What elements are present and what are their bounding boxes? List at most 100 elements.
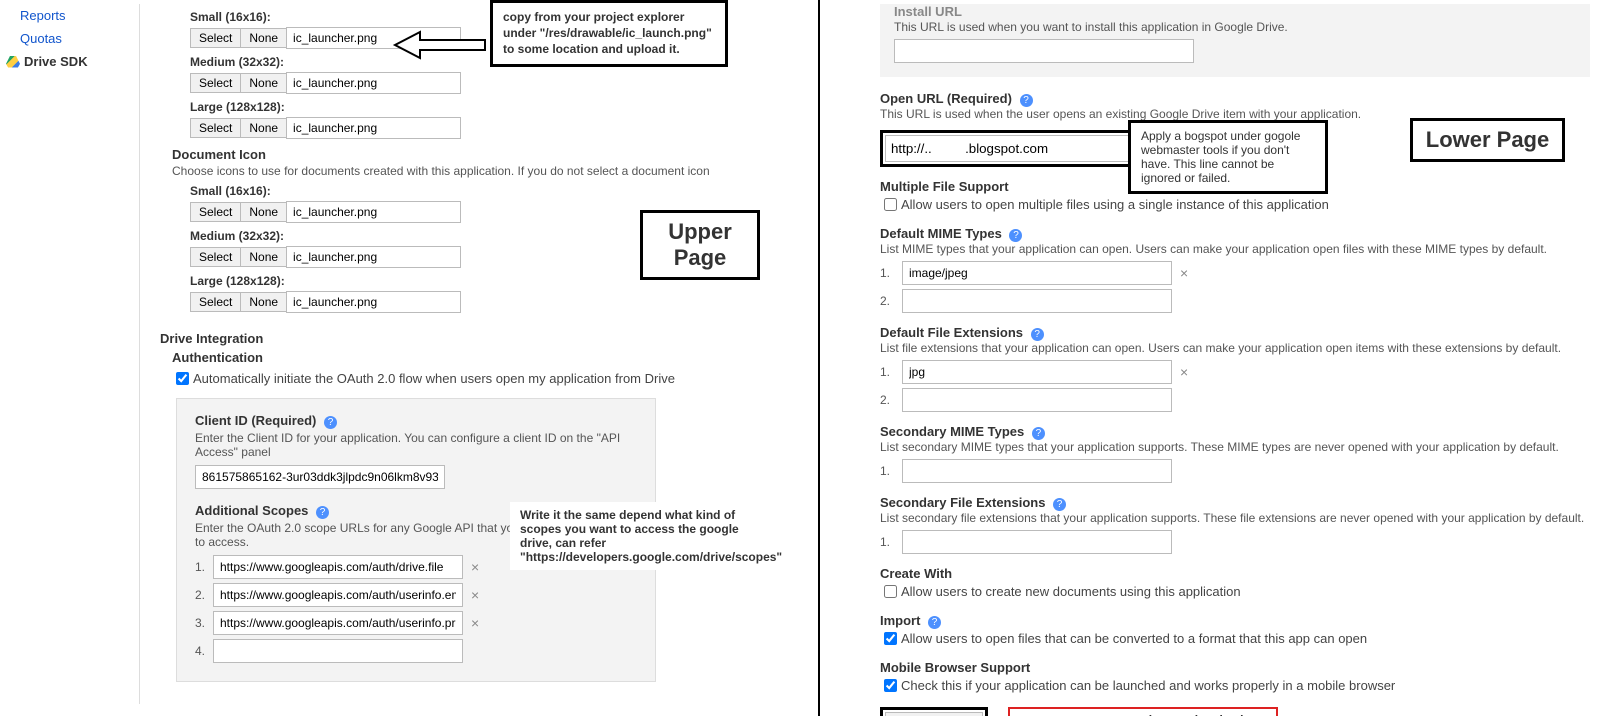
scope-row: 3. × <box>195 611 637 635</box>
annotation-bogspot: Apply a bogspot under gogole webmaster t… <box>1128 120 1328 194</box>
none-button[interactable]: None <box>241 73 287 93</box>
sext-head: Secondary File Extensions <box>880 495 1045 510</box>
remove-icon[interactable]: × <box>471 559 479 575</box>
create-checkbox[interactable] <box>884 585 897 598</box>
select-button[interactable]: Select <box>190 118 241 138</box>
none-button[interactable]: None <box>241 292 287 312</box>
smime-desc: List secondary MIME types that your appl… <box>880 440 1590 454</box>
help-icon[interactable]: ? <box>1009 229 1022 242</box>
scopes-label: Additional Scopes <box>195 503 308 518</box>
client-id-input[interactable] <box>195 465 445 489</box>
sidebar-item-drive-sdk[interactable]: Drive SDK <box>0 50 139 73</box>
save-highlight: Save changes <box>880 707 988 716</box>
document-icon-desc: Choose icons to use for documents create… <box>172 164 808 178</box>
list-number: 1. <box>880 535 902 549</box>
mime-desc: List MIME types that your application ca… <box>880 242 1590 256</box>
smime-input-1[interactable] <box>902 459 1172 483</box>
none-button[interactable]: None <box>241 247 287 267</box>
list-number: 2. <box>880 393 902 407</box>
sidebar-item-label: Drive SDK <box>24 54 88 69</box>
mime-input-2[interactable] <box>902 289 1172 313</box>
scope-input-3[interactable] <box>213 611 463 635</box>
list-number: 1. <box>880 464 902 478</box>
oauth-auto-checkbox[interactable] <box>176 372 189 385</box>
help-icon[interactable]: ? <box>1020 94 1033 107</box>
import-label: Allow users to open files that can be co… <box>901 631 1367 646</box>
open-url-input[interactable] <box>885 135 1135 162</box>
ext-input-2[interactable] <box>902 388 1172 412</box>
multifile-checkbox[interactable] <box>884 198 897 211</box>
medium-icon-row: Select None <box>190 72 808 94</box>
import-checkbox[interactable] <box>884 632 897 645</box>
create-label: Allow users to create new documents usin… <box>901 584 1241 599</box>
install-url-input[interactable] <box>894 39 1194 63</box>
arrow-icon <box>390 30 490 60</box>
list-number: 2. <box>880 294 902 308</box>
annotation-save: press to save your settings and go back … <box>1008 707 1278 716</box>
select-button[interactable]: Select <box>190 28 241 48</box>
create-head: Create With <box>880 566 1590 581</box>
ext-desc: List file extensions that your applicati… <box>880 341 1590 355</box>
install-url-panel: Install URL This URL is used when you wa… <box>880 4 1590 77</box>
sidebar-item-quotas[interactable]: Quotas <box>0 27 139 50</box>
medium-icon-field[interactable] <box>286 72 461 94</box>
doc-large-field[interactable] <box>286 291 461 313</box>
scope-number: 4. <box>195 644 213 658</box>
large-label: Large (128x128): <box>190 100 804 114</box>
client-id-label: Client ID (Required) <box>195 413 316 428</box>
help-icon[interactable]: ? <box>324 416 337 429</box>
mime-head: Default MIME Types <box>880 226 1002 241</box>
help-icon[interactable]: ? <box>1032 427 1045 440</box>
mobile-label: Check this if your application can be la… <box>901 678 1395 693</box>
mime-input-1[interactable] <box>902 261 1172 285</box>
multifile-label: Allow users to open multiple files using… <box>901 197 1329 212</box>
doc-medium-field[interactable] <box>286 246 461 268</box>
sext-desc: List secondary file extensions that your… <box>880 511 1590 525</box>
oauth-auto-label: Automatically initiate the OAuth 2.0 flo… <box>193 371 675 386</box>
help-icon[interactable]: ? <box>1031 328 1044 341</box>
none-button[interactable]: None <box>241 202 287 222</box>
scope-number: 1. <box>195 560 213 574</box>
doc-small-field[interactable] <box>286 201 461 223</box>
mobile-checkbox[interactable] <box>884 679 897 692</box>
sext-input-1[interactable] <box>902 530 1172 554</box>
large-icon-field[interactable] <box>286 117 461 139</box>
import-head: Import <box>880 613 920 628</box>
drive-integration-head: Drive Integration <box>160 331 808 346</box>
doc-small-label: Small (16x16): <box>190 184 804 198</box>
select-button[interactable]: Select <box>190 292 241 312</box>
scope-number: 2. <box>195 588 213 602</box>
help-icon[interactable]: ? <box>316 506 329 519</box>
annotation-upper-page: Upper Page <box>640 210 760 280</box>
none-button[interactable]: None <box>241 118 287 138</box>
scope-input-1[interactable] <box>213 555 463 579</box>
doc-large-row: Select None <box>190 291 808 313</box>
scope-row: 4. <box>195 639 637 663</box>
save-button[interactable]: Save changes <box>885 712 983 716</box>
help-icon[interactable]: ? <box>928 616 941 629</box>
smime-head: Secondary MIME Types <box>880 424 1024 439</box>
annotation-lower-page: Lower Page <box>1410 118 1565 162</box>
remove-icon[interactable]: × <box>471 615 479 631</box>
select-button[interactable]: Select <box>190 73 241 93</box>
select-button[interactable]: Select <box>190 202 241 222</box>
none-button[interactable]: None <box>241 28 287 48</box>
main-content: Small (16x16): Select None Medium (32x32… <box>160 10 808 682</box>
remove-icon[interactable]: × <box>1180 364 1188 380</box>
sidebar-item-reports[interactable]: Reports <box>0 4 139 27</box>
list-number: 1. <box>880 266 902 280</box>
select-button[interactable]: Select <box>190 247 241 267</box>
scope-row: 2. × <box>195 583 637 607</box>
scope-input-4[interactable] <box>213 639 463 663</box>
open-url-highlight <box>880 130 1140 167</box>
sidebar: Reports Quotas Drive SDK <box>0 4 140 704</box>
authentication-head: Authentication <box>172 350 808 365</box>
open-url-head: Open URL (Required) <box>880 91 1012 106</box>
help-icon[interactable]: ? <box>1053 498 1066 511</box>
scope-input-2[interactable] <box>213 583 463 607</box>
remove-icon[interactable]: × <box>471 587 479 603</box>
large-icon-row: Select None <box>190 117 808 139</box>
list-number: 1. <box>880 365 902 379</box>
ext-input-1[interactable] <box>902 360 1172 384</box>
remove-icon[interactable]: × <box>1180 265 1188 281</box>
